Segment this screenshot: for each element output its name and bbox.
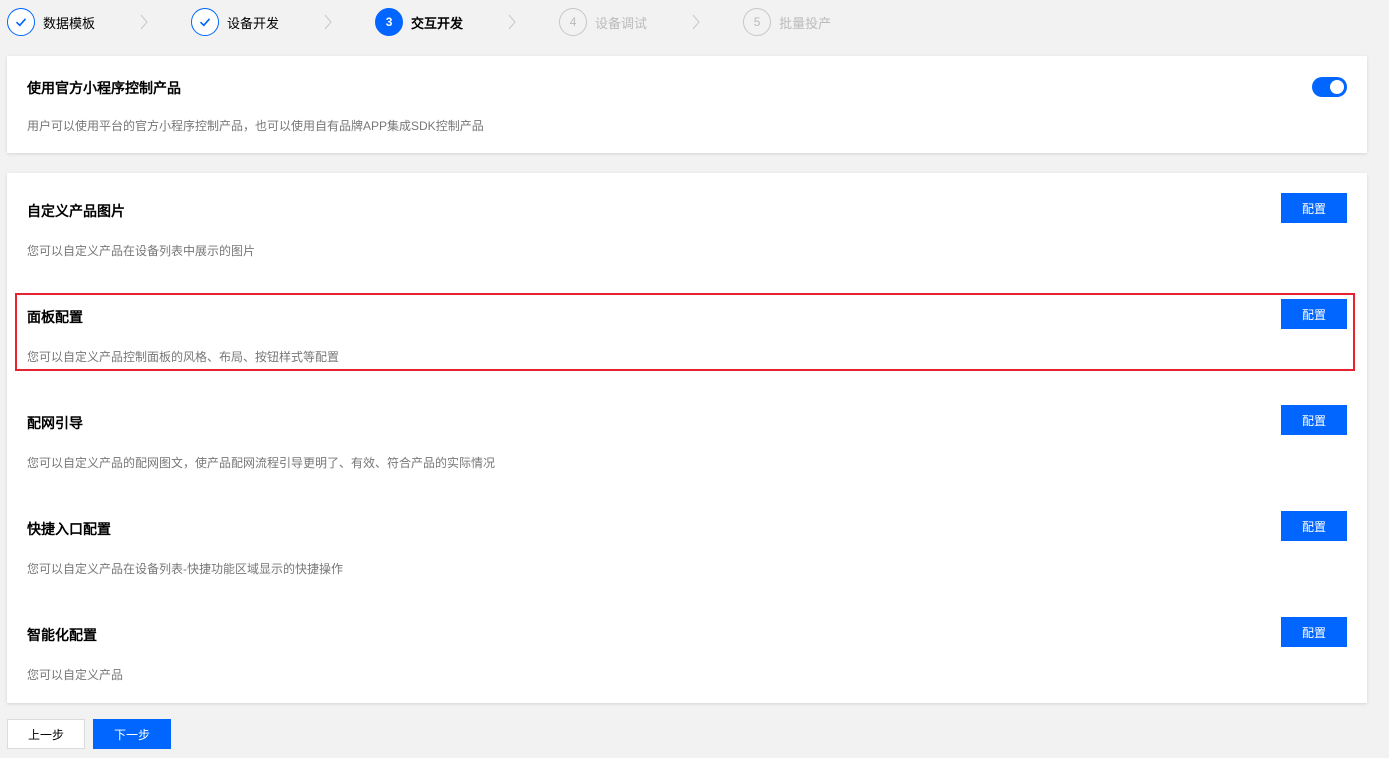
chevron-right-icon <box>137 14 151 30</box>
toggle-knob <box>1330 80 1344 94</box>
configure-panel-button[interactable]: 配置 <box>1281 299 1347 329</box>
step-device-dev[interactable]: 设备开发 <box>191 8 279 36</box>
official-app-title: 使用官方小程序控制产品 <box>27 80 181 96</box>
config-row-network-guide: 配网引导 您可以自定义产品的配网图文，使产品配网流程引导更明了、有效、符合产品的… <box>7 385 1367 491</box>
step-interaction-dev[interactable]: 3 交互开发 <box>375 8 463 36</box>
configure-product-image-button[interactable]: 配置 <box>1281 193 1347 223</box>
stepper: 数据模板 设备开发 3 交互开发 4 设备调试 5 批量投产 <box>7 7 831 37</box>
official-app-toggle[interactable] <box>1312 77 1347 97</box>
config-description: 您可以自定义产品 <box>27 668 124 682</box>
config-title: 面板配置 <box>27 309 83 325</box>
step-label: 设备开发 <box>227 15 280 31</box>
config-description: 您可以自定义产品在设备列表-快捷功能区域显示的快捷操作 <box>27 562 343 576</box>
step-label: 交互开发 <box>411 15 464 31</box>
official-app-description: 用户可以使用平台的官方小程序控制产品，也可以使用自有品牌APP集成SDK控制产品 <box>27 119 484 133</box>
step-number: 4 <box>559 8 588 36</box>
chevron-right-icon <box>321 14 335 30</box>
official-app-card: 使用官方小程序控制产品 用户可以使用平台的官方小程序控制产品，也可以使用自有品牌… <box>7 56 1367 153</box>
next-step-button[interactable]: 下一步 <box>93 719 171 749</box>
step-mass-production[interactable]: 5 批量投产 <box>743 8 831 36</box>
step-number: 5 <box>743 8 772 36</box>
check-icon <box>191 8 220 36</box>
config-title: 配网引导 <box>27 415 83 431</box>
config-description: 您可以自定义产品在设备列表中展示的图片 <box>27 244 256 258</box>
step-device-debug[interactable]: 4 设备调试 <box>559 8 647 36</box>
config-description: 您可以自定义产品的配网图文，使产品配网流程引导更明了、有效、符合产品的实际情况 <box>27 456 496 470</box>
config-row-panel: 面板配置 您可以自定义产品控制面板的风格、布局、按钮样式等配置 配置 <box>7 279 1367 385</box>
config-row-smart: 智能化配置 您可以自定义产品 配置 <box>7 597 1367 703</box>
configure-smart-button[interactable]: 配置 <box>1281 617 1347 647</box>
config-title: 智能化配置 <box>27 627 97 643</box>
step-label: 设备调试 <box>595 15 648 31</box>
step-label: 数据模板 <box>43 15 96 31</box>
prev-step-button[interactable]: 上一步 <box>7 719 85 749</box>
config-title: 自定义产品图片 <box>27 203 125 219</box>
step-data-template[interactable]: 数据模板 <box>7 8 95 36</box>
configure-shortcut-button[interactable]: 配置 <box>1281 511 1347 541</box>
step-number: 3 <box>375 8 404 36</box>
config-title: 快捷入口配置 <box>27 521 111 537</box>
step-label: 批量投产 <box>779 15 832 31</box>
config-description: 您可以自定义产品控制面板的风格、布局、按钮样式等配置 <box>27 350 340 364</box>
check-icon <box>7 8 35 36</box>
config-row-shortcut: 快捷入口配置 您可以自定义产品在设备列表-快捷功能区域显示的快捷操作 配置 <box>7 491 1367 597</box>
chevron-right-icon <box>689 14 703 30</box>
chevron-right-icon <box>505 14 519 30</box>
configure-network-guide-button[interactable]: 配置 <box>1281 405 1347 435</box>
config-card: 自定义产品图片 您可以自定义产品在设备列表中展示的图片 配置 面板配置 您可以自… <box>7 173 1367 703</box>
config-row-product-image: 自定义产品图片 您可以自定义产品在设备列表中展示的图片 配置 <box>7 173 1367 279</box>
